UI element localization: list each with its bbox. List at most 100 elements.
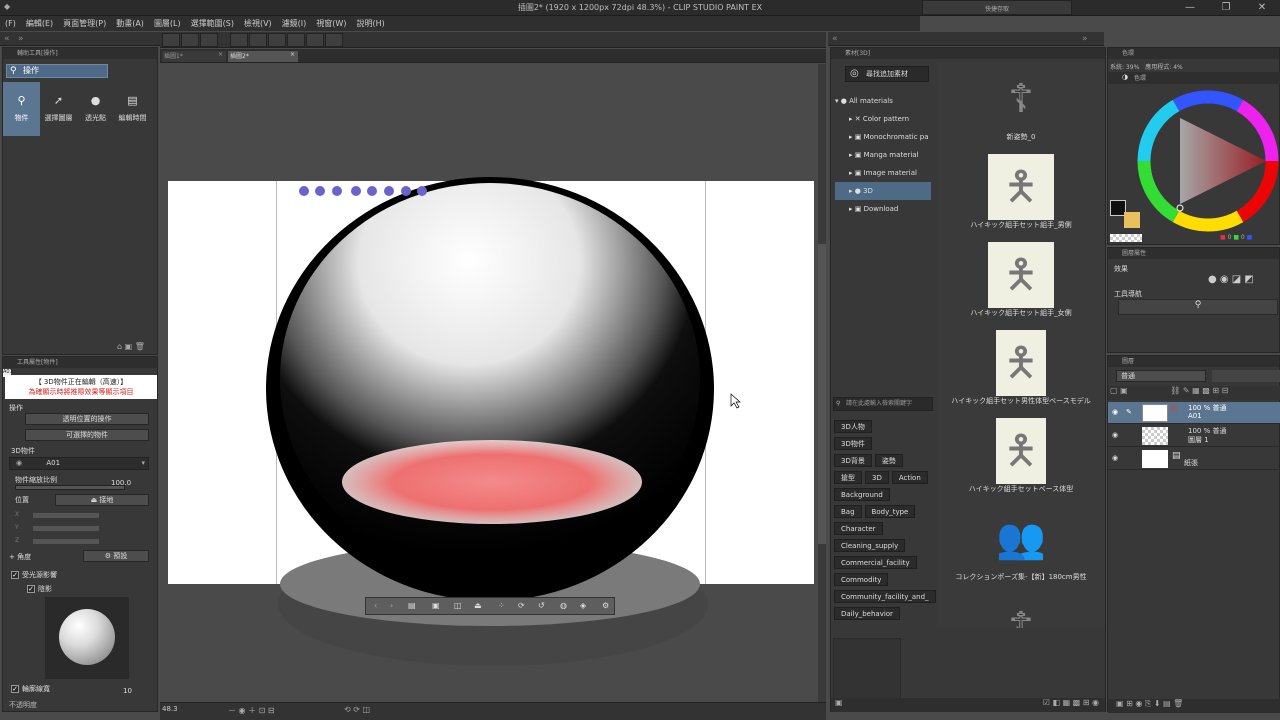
- material-item[interactable]: ☦: [937, 594, 1105, 628]
- menu-edit[interactable]: 編輯(E): [21, 18, 58, 29]
- light-sphere[interactable]: [59, 609, 115, 665]
- menu-window[interactable]: 視窗(W): [311, 18, 351, 29]
- subtool-light-point[interactable]: ● 透光點: [77, 82, 114, 136]
- transform-icon[interactable]: [286, 33, 305, 47]
- settings-icon[interactable]: ⚙: [602, 601, 609, 610]
- opacity-slider[interactable]: [1212, 370, 1280, 382]
- menu-filter[interactable]: 濾鏡(I): [277, 18, 312, 29]
- prev-icon[interactable]: ‹: [374, 601, 377, 610]
- expand-right-icon[interactable]: »: [1082, 34, 1088, 44]
- new-file-icon[interactable]: [162, 33, 180, 47]
- quick-access[interactable]: 快捷存取: [922, 0, 1072, 15]
- tag-daily-behavior[interactable]: Daily_behavior: [834, 607, 900, 620]
- ground-launcher-icon[interactable]: ⏏: [474, 601, 482, 610]
- list-icon[interactable]: ▤: [408, 601, 416, 610]
- zoom-level[interactable]: 48.3: [162, 705, 178, 713]
- layer-row[interactable]: ◉ ▤ 紙張: [1108, 448, 1280, 470]
- color-picker-marker[interactable]: [1176, 204, 1184, 212]
- panel-footer-icons[interactable]: ⌂ ▣ 🗑: [117, 342, 145, 351]
- tab-illustration-1[interactable]: 插圖1* ×: [162, 51, 226, 62]
- effect-icons[interactable]: ● ◉ ◪ ◩: [1208, 274, 1254, 285]
- tag-community-facility[interactable]: Community_facility_and_: [834, 590, 936, 603]
- tag-3d-object[interactable]: 3D物件: [834, 437, 872, 450]
- snap-icon[interactable]: [324, 33, 343, 47]
- tree-color-pattern[interactable]: ▸ ✕ Color pattern: [835, 110, 931, 128]
- material-footer[interactable]: ▣ ☑ ◧ ▦ ▩ ⊞ ◉: [831, 698, 1105, 712]
- light-toggle[interactable]: ✓ 受光源影響: [11, 570, 57, 580]
- save-icon[interactable]: [200, 33, 218, 47]
- tag-cleaning-supply[interactable]: Cleaning_supply: [834, 539, 906, 552]
- ground-button[interactable]: ⏏ 接地: [55, 494, 149, 506]
- tag-character[interactable]: Character: [834, 522, 883, 535]
- menu-file[interactable]: (F): [0, 19, 21, 28]
- subtool-edit-timing[interactable]: ▤ 編輯時間: [114, 82, 151, 136]
- layer-toolbar[interactable]: ▢ ▣ ⛓ ✎ ▦ ▩ ⊞ ⊟: [1108, 386, 1280, 400]
- transparent-op-select[interactable]: 透明位置的操作: [25, 413, 149, 425]
- redo-icon[interactable]: [248, 33, 267, 47]
- blend-mode-select[interactable]: 普通: [1116, 370, 1206, 382]
- pen-lock-icon[interactable]: ✎: [1126, 408, 1132, 416]
- tree-3d[interactable]: ▸ ● 3D: [835, 182, 931, 200]
- menu-animation[interactable]: 動畫(A): [111, 18, 149, 29]
- canvas-vertical-scrollbar[interactable]: [818, 64, 826, 702]
- x-slider[interactable]: [33, 513, 99, 518]
- undo-icon[interactable]: [229, 33, 248, 47]
- scroll-thumb[interactable]: [818, 244, 826, 544]
- rotate-controls[interactable]: ⟲ ⟳ ◫: [344, 705, 370, 714]
- material-icon[interactable]: ◍: [560, 601, 567, 610]
- menu-help[interactable]: 說明(H): [351, 18, 389, 29]
- tree-all-materials[interactable]: ▾ ● All materials: [835, 92, 931, 110]
- selectable-object-select[interactable]: 可選擇的物件: [25, 429, 149, 441]
- tag-body[interactable]: 搶型: [834, 471, 862, 484]
- tree-manga-material[interactable]: ▸ ▣ Manga material: [835, 146, 931, 164]
- material-item[interactable]: 🯅 ハイキック組手セット男性体型ベースモデル: [937, 330, 1105, 406]
- object-manipulator-icons[interactable]: [299, 186, 427, 196]
- y-slider[interactable]: [33, 526, 99, 531]
- tag-action[interactable]: Action: [891, 471, 928, 484]
- zoom-controls[interactable]: － ◉ ＋ ⊡ ⊟: [228, 705, 275, 716]
- subtool-group-tab[interactable]: ⚲ 操作: [6, 64, 108, 78]
- rotate-launcher-icon[interactable]: ⟳: [518, 601, 525, 610]
- tag-pose[interactable]: 姿勢: [874, 454, 903, 467]
- tree-monochromatic[interactable]: ▸ ▣ Monochromatic pa: [835, 128, 931, 146]
- z-slider[interactable]: [33, 539, 99, 544]
- scale-value[interactable]: 100.0: [111, 479, 131, 487]
- tree-download[interactable]: ▸ ▣ Download: [835, 200, 931, 218]
- tag-commodity[interactable]: Commodity: [834, 573, 889, 586]
- tag-3d[interactable]: 3D: [865, 471, 889, 484]
- tag-3d-person[interactable]: 3D人物: [834, 420, 872, 433]
- layer-row[interactable]: ◉ 100 % 普通 圖層 1: [1108, 425, 1280, 447]
- collapse-left-icon[interactable]: «: [4, 34, 10, 44]
- color-wheel[interactable]: [1134, 88, 1280, 234]
- find-material-button[interactable]: ◎ 尋找追加素材: [845, 66, 929, 82]
- eye-icon[interactable]: ◉: [1112, 454, 1118, 462]
- outline-toggle[interactable]: ✓ 輪廓線寬: [11, 684, 50, 694]
- scale-slider[interactable]: [15, 485, 125, 490]
- menu-selection[interactable]: 選擇範圍(S): [186, 18, 239, 29]
- register-icon[interactable]: ◈: [580, 601, 586, 610]
- fit-icon[interactable]: ◫: [454, 601, 462, 610]
- menu-page[interactable]: 頁面管理(P): [58, 18, 111, 29]
- expand-left-icon[interactable]: »: [18, 34, 24, 44]
- material-item[interactable]: 🯅 ハイキック組手セット組手_女側: [937, 242, 1105, 318]
- eye-icon[interactable]: ◉: [1112, 431, 1118, 439]
- layer-footer[interactable]: ▣ ⊞ ◉ ⎘ ⬇ ▤ 🗑: [1108, 699, 1280, 713]
- object-select[interactable]: ◉ A01 ▾: [9, 457, 149, 470]
- tag-commercial-facility[interactable]: Commercial_facility: [834, 556, 917, 569]
- material-item[interactable]: 🯅 ハイキック組手セット組手_男側: [937, 154, 1105, 230]
- maximize-button[interactable]: ❐: [1208, 0, 1244, 16]
- outline-value[interactable]: 10: [123, 687, 132, 695]
- sub-color-swatch[interactable]: [1124, 212, 1140, 228]
- canvas-area[interactable]: ‹ › ▤ ▣ ◫ ⏏ ⁘ ⟳ ↺ ◍ ◈ ⚙: [160, 64, 826, 702]
- eye-icon[interactable]: ◉: [1112, 408, 1118, 416]
- clear-icon[interactable]: [267, 33, 286, 47]
- tree-image-material[interactable]: ▸ ▣ Image material: [835, 164, 931, 182]
- tag-body-type[interactable]: Body_type: [864, 505, 916, 518]
- tab-illustration-2[interactable]: 插圖2* ×: [228, 51, 298, 62]
- subtool-object[interactable]: ⚲ 物件: [3, 82, 40, 136]
- light-direction-preview[interactable]: [45, 597, 129, 679]
- select-icon[interactable]: ⁘: [498, 601, 505, 610]
- material-item[interactable]: 👥 コレクションポーズ集-【新】180cm男性: [937, 506, 1105, 582]
- open-file-icon[interactable]: [181, 33, 199, 47]
- minimize-button[interactable]: —: [1172, 0, 1208, 16]
